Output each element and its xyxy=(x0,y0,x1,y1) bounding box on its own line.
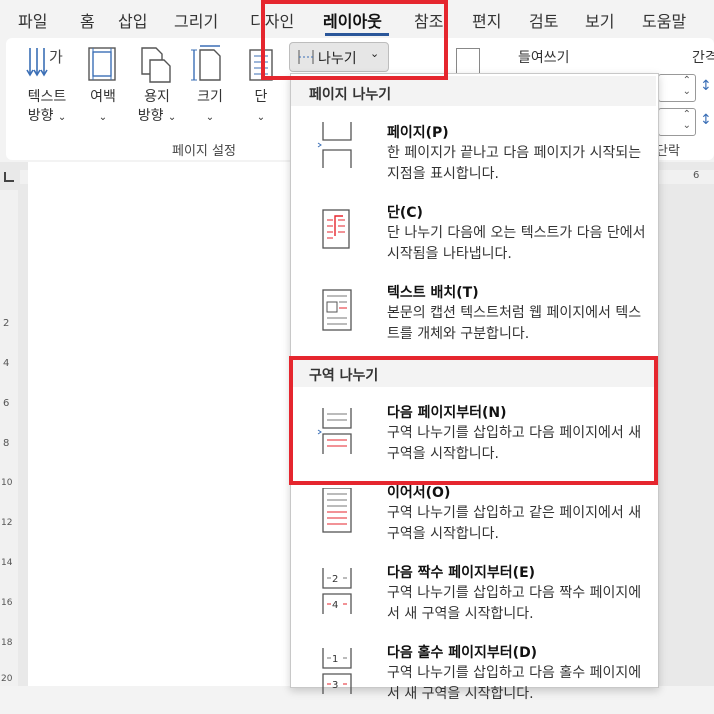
text-direction-icon: 가 xyxy=(26,48,63,77)
text-wrapping-icon xyxy=(322,289,352,331)
size-icon xyxy=(191,45,221,81)
odd-page-section-item[interactable]: 1 3 다음 홀수 페이지부터(D) 구역 나누기를 삽입하고 다음 홀수 페이… xyxy=(291,634,656,714)
paragraph-group-label: 단락 xyxy=(656,144,680,159)
continuous-section-icon xyxy=(322,488,352,533)
ruler-num-v: 20 xyxy=(1,674,13,684)
tab-draw[interactable]: 그리기 xyxy=(174,8,218,32)
tab-help[interactable]: 도움말 xyxy=(642,8,686,32)
svg-text:2: 2 xyxy=(332,574,338,585)
column-break-item[interactable]: 단(C) 단 나누기 다음에 오는 텍스트가 다음 단에서 시작됨을 나타냅니다… xyxy=(291,194,656,274)
ruler-num-v: 6 xyxy=(3,398,10,409)
page-break-item[interactable]: 페이지(P) 한 페이지가 끝나고 다음 페이지가 시작되는 지점을 표시합니다… xyxy=(291,110,656,190)
continuous-section-item[interactable]: 이어서(O) 구역 나누기를 삽입하고 같은 페이지에서 새 구역을 시작합니다… xyxy=(291,474,656,554)
text-direction-label-1: 텍스트 xyxy=(27,89,67,105)
continuous-section-desc: 구역 나누기를 삽입하고 같은 페이지에서 새 구역을 시작합니다. xyxy=(387,505,642,542)
tab-view[interactable]: 보기 xyxy=(585,8,614,32)
margins-label: 여백 xyxy=(90,89,116,105)
continuous-section-title: 이어서(O) xyxy=(387,485,451,501)
margins-button[interactable]: 여백 ⌄ xyxy=(83,44,123,130)
spacing-before-icon: ↕ xyxy=(700,78,712,94)
svg-text:4: 4 xyxy=(332,600,338,611)
ruler-num-v: 16 xyxy=(1,598,13,608)
column-break-icon xyxy=(322,209,350,249)
highlight-next-page-section xyxy=(289,356,658,485)
ruler-num-v: 18 xyxy=(1,638,13,648)
page-break-title: 페이지(P) xyxy=(387,125,449,141)
svg-text:1: 1 xyxy=(332,654,338,665)
ruler-num-v: 10 xyxy=(1,478,13,488)
column-break-title: 단(C) xyxy=(387,205,423,221)
orientation-label-2: 방향 xyxy=(137,108,164,124)
svg-text:가: 가 xyxy=(49,48,63,66)
tab-mailings[interactable]: 편지 xyxy=(472,8,501,32)
orientation-button[interactable]: 용지 방향 ⌄ xyxy=(134,44,180,130)
text-wrapping-break-item[interactable]: 텍스트 배치(T) 본문의 캡션 텍스트처럼 웹 페이지에서 텍스트를 개체와 … xyxy=(291,274,656,354)
orientation-icon xyxy=(141,47,171,83)
ruler-num-v: 2 xyxy=(3,318,10,329)
line-numbers-icon[interactable] xyxy=(456,48,480,76)
page-breaks-heading: 페이지 나누기 xyxy=(291,76,656,106)
even-page-section-desc: 구역 나누기를 삽입하고 다음 짝수 페이지에서 새 구역을 시작합니다. xyxy=(387,585,642,622)
vertical-ruler: 2 4 6 8 10 12 14 16 18 20 xyxy=(0,190,18,686)
orientation-label-1: 용지 xyxy=(144,89,170,105)
tab-file[interactable]: 파일 xyxy=(18,8,47,32)
text-direction-button[interactable]: 가 텍스트 방향 ⌄ xyxy=(24,44,70,130)
ruler-num-v: 14 xyxy=(1,558,13,568)
indent-left-spinner[interactable]: ⌃ ⌄ xyxy=(658,74,696,102)
ruler-num-v: 12 xyxy=(1,518,13,528)
margins-icon xyxy=(88,47,116,81)
tab-home[interactable]: 홈 xyxy=(80,8,95,32)
ruler-num-v: 8 xyxy=(3,438,10,449)
page-break-icon xyxy=(317,122,352,168)
highlight-layout-tab xyxy=(261,0,448,80)
text-wrapping-desc: 본문의 캡션 텍스트처럼 웹 페이지에서 텍스트를 개체와 구분합니다. xyxy=(387,305,642,342)
ruler-num-h: 6 xyxy=(693,170,700,181)
size-label: 크기 xyxy=(197,89,223,105)
spacing-label: 간격 xyxy=(692,50,714,66)
even-page-section-title: 다음 짝수 페이지부터(E) xyxy=(387,565,536,581)
page-setup-group-label: 페이지 설정 xyxy=(172,144,236,159)
spacing-after-icon: ↕ xyxy=(700,112,712,128)
tab-selector-icon[interactable] xyxy=(4,172,14,182)
odd-page-section-desc: 구역 나누기를 삽입하고 다음 홀수 페이지에서 새 구역을 시작합니다. xyxy=(387,665,642,702)
page-break-desc: 한 페이지가 끝나고 다음 페이지가 시작되는 지점을 표시합니다. xyxy=(387,145,642,182)
tab-review[interactable]: 검토 xyxy=(529,8,558,32)
odd-page-section-title: 다음 홀수 페이지부터(D) xyxy=(387,645,538,661)
text-wrapping-title: 텍스트 배치(T) xyxy=(387,285,479,301)
size-button[interactable]: 크기 ⌄ xyxy=(190,44,230,130)
columns-label: 단 xyxy=(254,89,268,105)
ruler-num-v: 4 xyxy=(3,358,10,369)
text-direction-label-2: 방향 xyxy=(27,108,54,124)
indent-right-spinner[interactable]: ⌃ ⌄ xyxy=(658,108,696,136)
odd-page-section-icon: 1 3 xyxy=(322,648,352,694)
tab-insert[interactable]: 삽입 xyxy=(118,8,147,32)
indent-label: 들여쓰기 xyxy=(518,50,570,66)
even-page-section-item[interactable]: 2 4 다음 짝수 페이지부터(E) 구역 나누기를 삽입하고 다음 짝수 페이… xyxy=(291,554,656,634)
column-break-desc: 단 나누기 다음에 오는 텍스트가 다음 단에서 시작됨을 나타냅니다. xyxy=(387,225,646,262)
even-page-section-icon: 2 4 xyxy=(322,568,352,614)
